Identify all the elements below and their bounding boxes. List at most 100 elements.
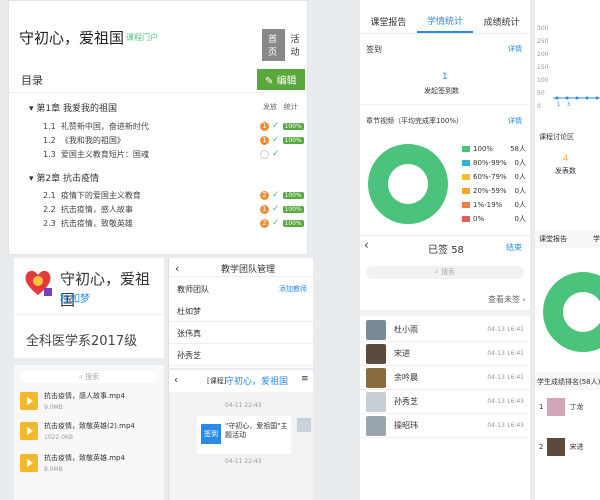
card-teacher: 杜如梦	[60, 294, 90, 305]
section-1-3[interactable]: 1.3 爱国主义教育短片：国魂	[43, 149, 149, 160]
file-size: 8.0MB	[44, 466, 63, 473]
class-name: 全科医学系2017级	[26, 334, 138, 349]
y-tick: 0	[537, 103, 541, 110]
person-name: 孙秀芝	[394, 397, 418, 406]
file-search-input[interactable]: ⌕ 搜索	[20, 371, 158, 383]
signin-search-input[interactable]: ⌕ 搜索	[366, 266, 524, 279]
video-label-row: 章节视频（平均完成率100%）	[366, 116, 463, 126]
video-detail-link[interactable]: 详情	[508, 116, 522, 126]
rank-name: 丁龙	[569, 403, 584, 411]
nav-home[interactable]: 首页	[262, 29, 285, 61]
team-member-row[interactable]: 张伟真	[169, 322, 313, 344]
issue-badge: 1	[260, 121, 269, 131]
chapter-1[interactable]: ▾ 第1章 我爱我的祖国	[29, 101, 117, 114]
member-name: 张伟真	[177, 329, 201, 338]
tab-learning-stats[interactable]: 学情统计	[416, 10, 474, 33]
signin-caption: 发起签到数	[424, 87, 459, 95]
search-placeholder: 搜索	[441, 268, 456, 276]
list-item[interactable]: 孙秀芝 04-13 16:43	[360, 390, 530, 414]
file-item[interactable]: 抗击疫情，致敬英雄(2).mp4 1022.0KB	[20, 421, 135, 441]
nav-activity[interactable]: 活动	[285, 29, 308, 61]
section-title: 抗击疫情，致敬英雄	[60, 219, 133, 228]
tab-score-stats[interactable]: 成绩统计	[473, 11, 530, 32]
tab-class-report[interactable]: 课堂报告	[360, 11, 417, 32]
avatar	[366, 415, 386, 436]
member-name: 杜如梦	[177, 307, 201, 316]
signin-message-bubble[interactable]: 签到 "守初心，爱祖国"主题活动	[197, 416, 291, 454]
legend-count: 0人	[514, 201, 526, 209]
back-icon[interactable]: ‹	[364, 238, 369, 252]
chart-y-ticks: 300 250 200 150 100 50 0	[537, 22, 548, 113]
rank-row[interactable]: 2 宋进	[539, 438, 583, 456]
section-2-1[interactable]: 2.1 疫情下的爱国主义教育	[43, 190, 141, 201]
file-name: 抗击疫情，感人故事.mp4	[44, 392, 125, 400]
list-item[interactable]: 杜小雨 04-13 16:41	[360, 318, 530, 342]
score-value: 100	[576, 306, 589, 314]
donut-legend: 100% 58人 80%-99% 0人 60%-79% 0人 20%-59% 0人 1%…	[462, 142, 526, 226]
section-2-3[interactable]: 2.3 抗击疫情，致敬英雄	[43, 218, 133, 229]
edit-button[interactable]: ✎ 编辑	[257, 69, 305, 90]
chat-panel: ‹ [课程] 守初心，爱祖国 ≡ 04-11 22:43 签到 "守初心，爱祖国…	[168, 370, 313, 500]
section-num: 2.2	[43, 205, 56, 214]
back-icon[interactable]: ‹	[175, 262, 179, 275]
search-icon: ⌕	[434, 268, 439, 276]
chapter-1-title: 第1章 我爱我的祖国	[36, 104, 117, 114]
stats-divider	[360, 104, 530, 105]
toc-title: 目录	[21, 74, 43, 87]
y-tick: 100	[537, 77, 549, 84]
back-icon[interactable]: ‹	[174, 375, 178, 386]
section-1-1-status: 1 ✓ 100%	[260, 121, 304, 131]
team-member-row[interactable]: 杜如梦	[169, 300, 313, 322]
section-1-2[interactable]: 1.2 《我和我的祖国》	[43, 135, 125, 146]
list-item[interactable]: 余吟晨 04-13 16:41	[360, 366, 530, 390]
view-unsigned-label: 查看未签	[488, 295, 520, 304]
person-name: 宋进	[394, 349, 410, 358]
section-2-2[interactable]: 2.2 抗击疫情，感人故事	[43, 204, 133, 215]
completion-donut-chart: 共8个	[368, 144, 448, 224]
mini-line-chart: 300 250 200 150 100 50 0 1 3	[535, 0, 600, 120]
course-card[interactable]: 守初心，爱祖国 杜如梦 全科医学系2017级	[14, 258, 164, 358]
legend-count: 58人	[510, 145, 526, 153]
section-2-3-status: 2 ✓ 100%	[260, 218, 304, 228]
add-teacher-link[interactable]: 添加教师	[279, 284, 307, 294]
end-button[interactable]: 结束	[506, 242, 522, 253]
file-item[interactable]: 抗击疫情，感人故事.mp4 9.0MB	[20, 391, 125, 411]
legend-count: 0人	[514, 159, 526, 167]
list-item[interactable]: 宋进 04-13 16:41	[360, 342, 530, 366]
col-issue: 发放	[263, 103, 277, 111]
bubble-time: 04-11 22:43	[225, 458, 262, 465]
section-num: 1.2	[43, 136, 56, 145]
tab-class-report-right[interactable]: 课堂报告	[539, 234, 567, 244]
signin-total: 58	[451, 245, 464, 256]
section-2-2-status: 1 ✓ 100%	[260, 204, 304, 214]
section-title: 《我和我的祖国》	[60, 136, 125, 145]
section-title: 疫情下的爱国主义教育	[60, 191, 141, 200]
file-list-panel: ⌕ 搜索 抗击疫情，感人故事.mp4 9.0MB 抗击疫情，致敬英雄(2).mp…	[14, 365, 164, 500]
rank-row[interactable]: 1 丁龙	[539, 398, 583, 416]
signed-people-list: 杜小雨 04-13 16:41 宋进 04-13 16:41 余吟晨 04-13…	[360, 318, 530, 438]
check-icon: ✓	[272, 218, 280, 228]
section-2-1-status: 2 ✓ 100%	[260, 190, 304, 200]
issue-badge: 2	[260, 218, 269, 228]
legend-label: 0%	[473, 215, 485, 223]
signin-time: 04-13 16:43	[487, 398, 524, 405]
team-member-row[interactable]: 孙秀芝	[169, 344, 313, 366]
signin-time: 04-13 16:41	[487, 326, 524, 333]
signin-list-panel: ‹ 已签 58 结束 ⌕ 搜索 查看未签 › 杜小雨 04-13 16:41 宋…	[360, 236, 530, 500]
y-tick: 250	[537, 38, 549, 45]
empty-circle-icon	[260, 149, 269, 159]
person-name: 操昭玮	[394, 421, 418, 430]
list-item[interactable]: 操昭玮 04-13 16:43	[360, 414, 530, 438]
rank-header: 学生成绩排名(58人)	[535, 372, 600, 390]
section-num: 2.3	[43, 219, 56, 228]
file-item[interactable]: 抗击疫情，致敬英雄.mp4 8.0MB	[20, 453, 125, 473]
view-unsigned-link[interactable]: 查看未签 ›	[488, 294, 526, 305]
menu-icon[interactable]: ≡	[301, 374, 309, 384]
avatar	[547, 398, 566, 416]
chat-prefix: [课程]	[207, 377, 227, 385]
chapter-2[interactable]: ▾ 第2章 抗击疫情	[29, 171, 99, 184]
signin-detail-link[interactable]: 详情	[508, 44, 522, 54]
rank-number: 2	[539, 443, 544, 451]
tab-next-right[interactable]: 学	[593, 234, 600, 244]
avatar	[366, 391, 386, 412]
